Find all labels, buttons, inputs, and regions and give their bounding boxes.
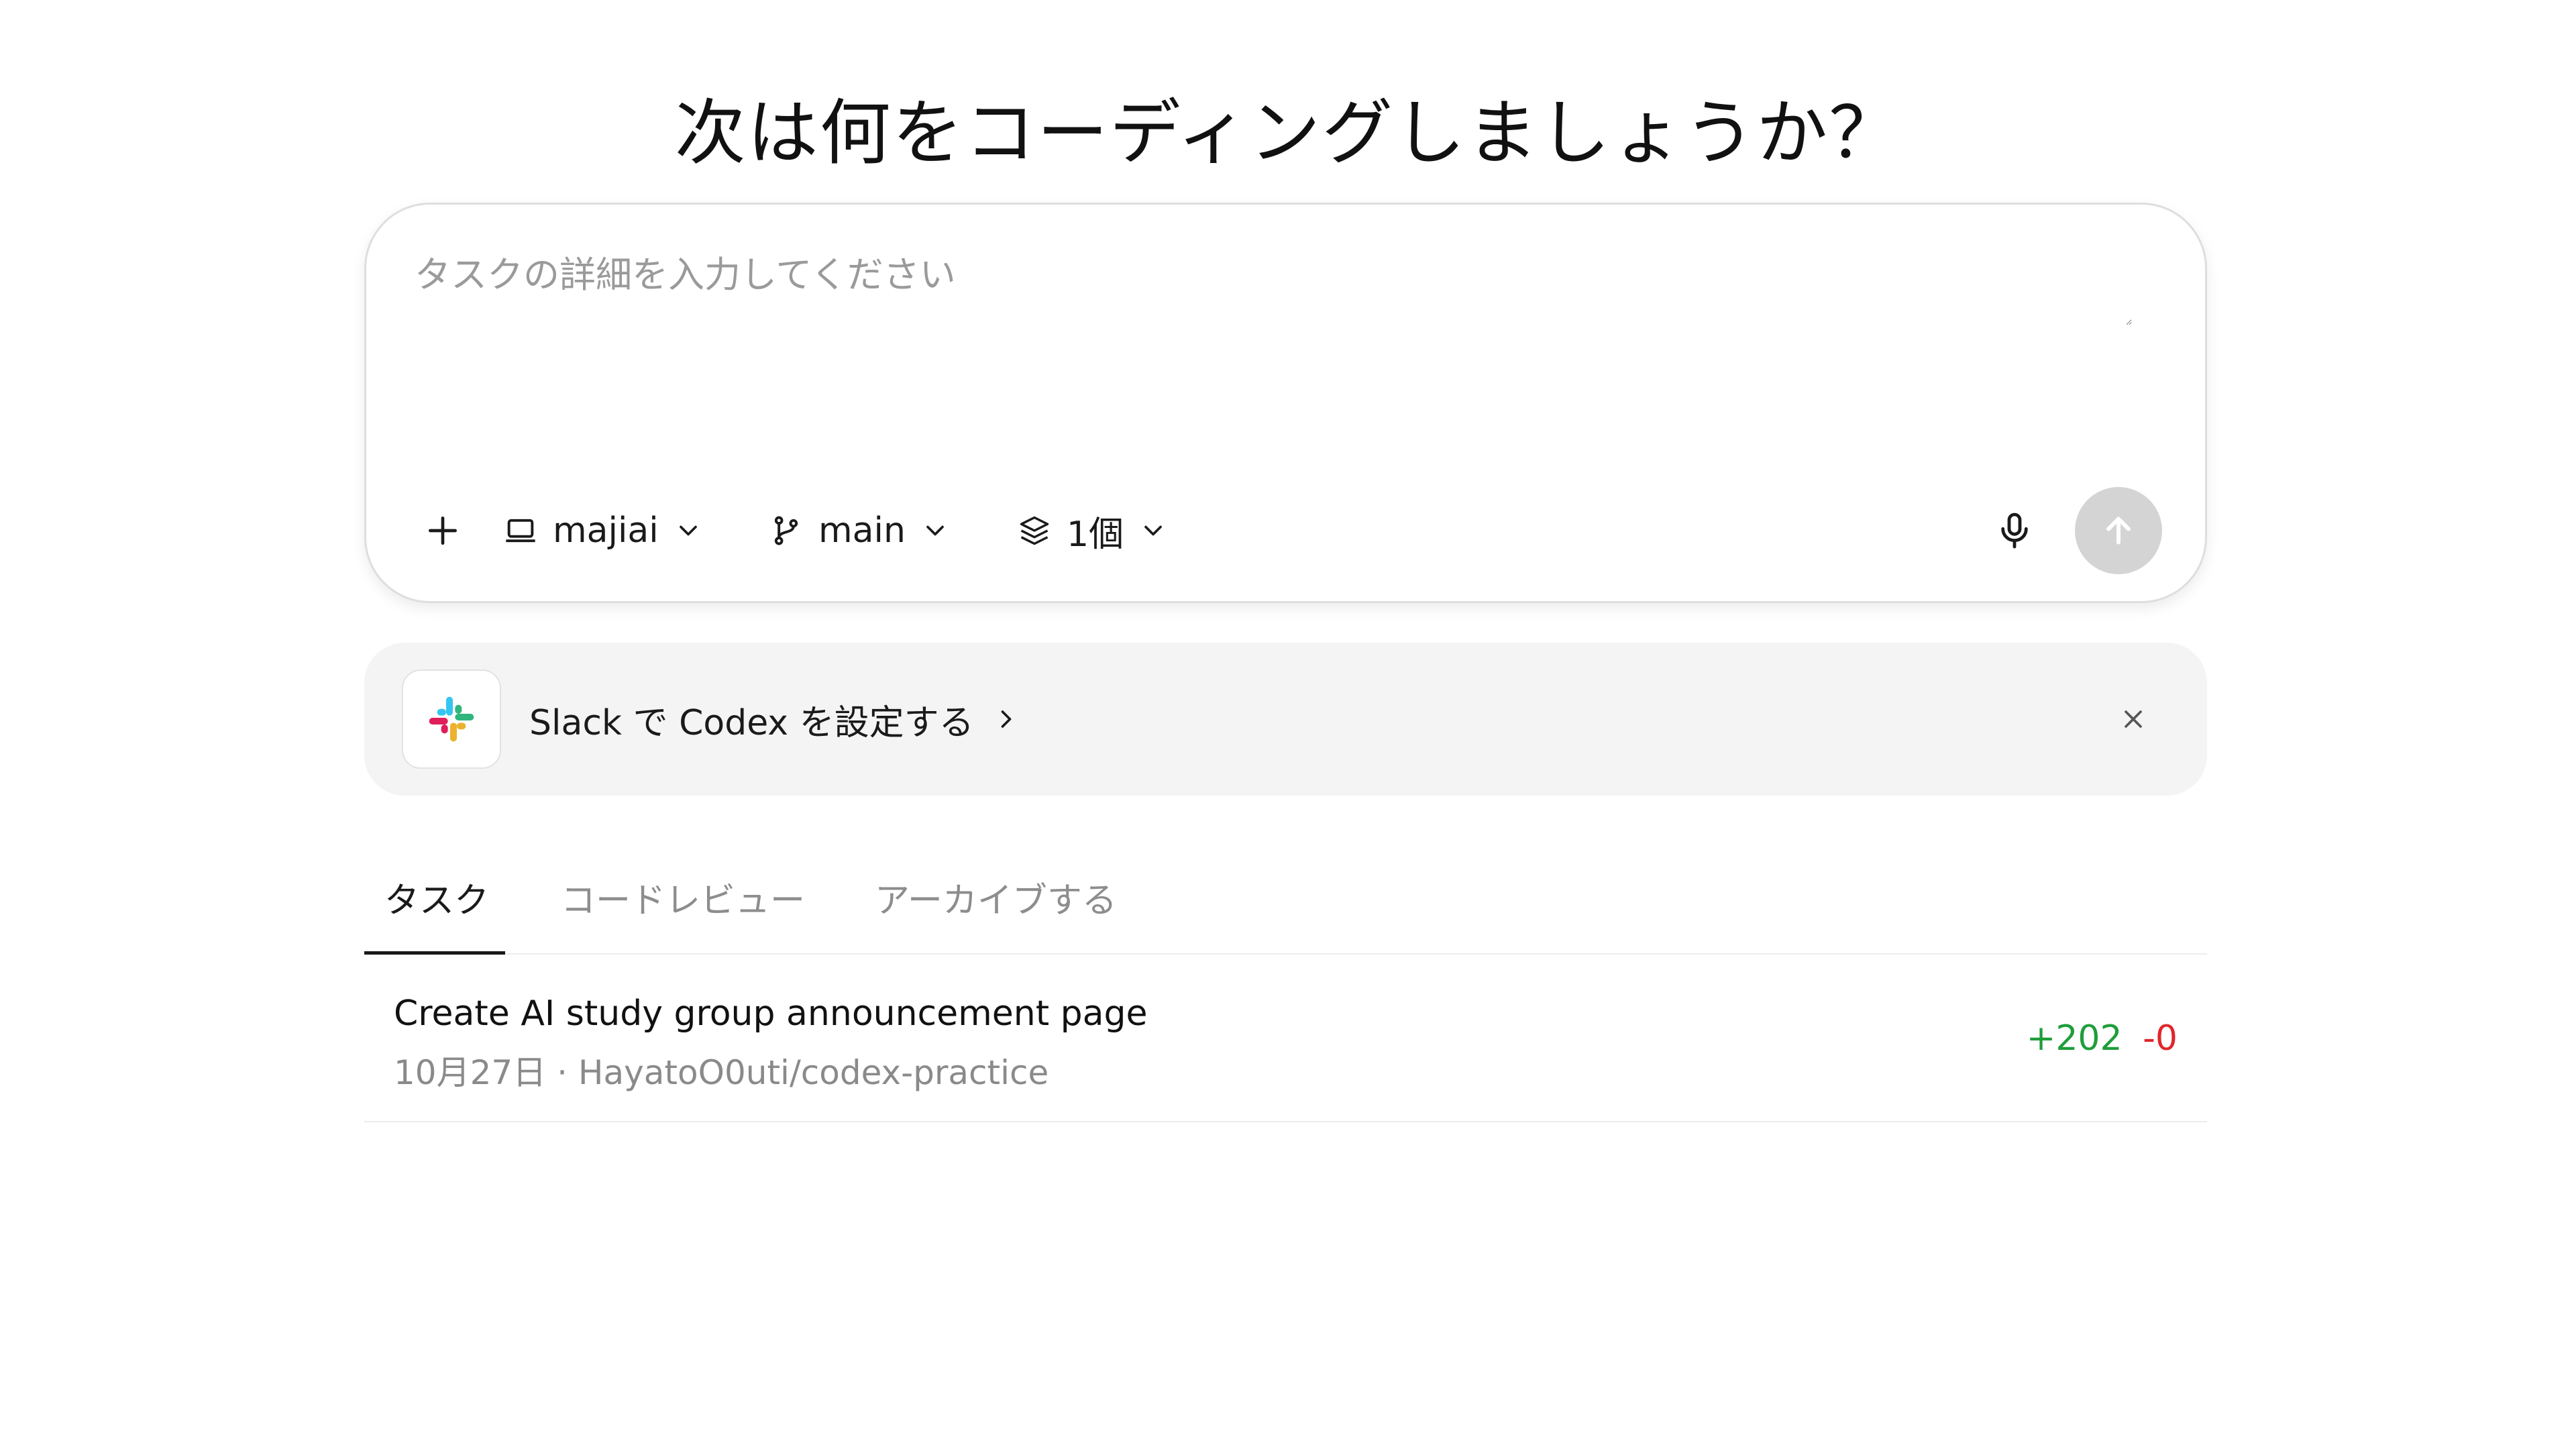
chevron-down-icon [1144,525,1162,536]
voice-input-button[interactable] [1988,504,2041,557]
slack-logo [402,669,501,769]
task-meta: 10月27日 · HayatoO0uti/codex-practice [394,1053,1049,1092]
task-row[interactable]: Create AI study group announcement page … [364,955,2207,1122]
send-button[interactable] [2075,487,2162,574]
plus-icon [429,517,457,545]
environment-selector[interactable]: majiai [503,487,703,574]
add-attachment-button[interactable] [409,487,476,574]
microphone-icon [2001,513,2028,549]
git-branch-icon [774,516,798,545]
diff-additions: +202 [2026,1018,2123,1059]
chevron-down-icon [679,525,697,536]
branch-selector[interactable]: main [769,487,950,574]
laptop-icon [506,519,535,543]
chevron-down-icon [926,525,944,536]
page-headline: 次は何をコーディングしましょうか？ [674,92,1902,174]
diff-stats: +202 -0 [2027,1018,2178,1059]
arrow-up-icon [2106,517,2131,545]
environment-label: majiai [553,511,659,551]
tab-tasks[interactable]: タスク [384,872,489,922]
task-description-input[interactable] [415,245,2132,325]
task-title: Create AI study group announcement page [394,994,1148,1034]
branch-label: main [818,511,906,551]
chevron-right-icon [1001,710,1011,728]
versions-label: 1個 [1067,514,1124,555]
task-tabs: タスク コードレビュー アーカイブする [364,852,2207,955]
close-icon [2125,710,2142,728]
codex-home-page: 次は何をコーディングしましょうか？ majiai main 1個 [0,0,2576,1449]
diff-deletions: -0 [2143,1018,2178,1059]
tab-archive[interactable]: アーカイブする [875,872,1117,922]
slack-setup-banner: Slack で Codex を設定する [364,643,2207,796]
slack-setup-label: Slack で Codex を設定する [529,702,974,743]
versions-selector[interactable]: 1個 [1017,487,1168,574]
tab-code-review[interactable]: コードレビュー [561,872,805,922]
slack-setup-link[interactable]: Slack で Codex を設定する [529,643,1021,796]
banner-close-button[interactable] [2106,692,2160,746]
task-composer: majiai main 1個 [364,203,2207,603]
composer-toolbar: majiai main 1個 [409,487,2162,574]
stack-icon [1020,516,1049,545]
